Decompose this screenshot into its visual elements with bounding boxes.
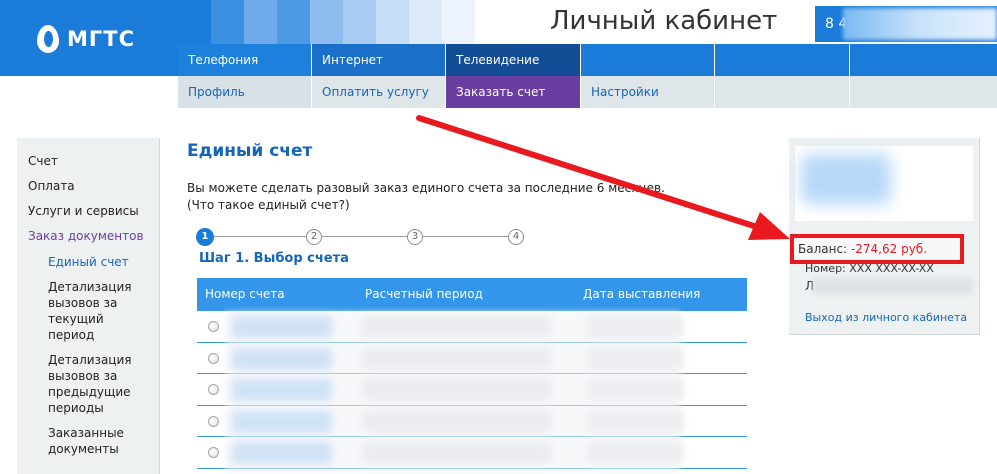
main-nav: Телефония Интернет Телевидение <box>178 44 997 76</box>
logout-link[interactable]: Выход из личного кабинета <box>805 311 967 324</box>
what-is-unified-bill-link[interactable]: (Что такое единый счет?) <box>187 197 665 214</box>
table-header: Номер счета Расчетный период Дата выстав… <box>197 278 747 311</box>
step-1: 1 <box>196 228 214 246</box>
sidebar-item-document-order[interactable]: Заказ документов <box>17 229 159 243</box>
sidebar-item-services[interactable]: Услуги и сервисы <box>17 204 159 218</box>
radio-icon[interactable] <box>208 352 219 364</box>
balance-value: -274,62 руб. <box>850 242 928 256</box>
tab-empty <box>850 44 997 76</box>
logo-block[interactable]: МГТС <box>0 0 178 76</box>
bills-table: Номер счета Расчетный период Дата выстав… <box>197 278 747 474</box>
step-connector <box>423 236 508 237</box>
subtab-empty <box>715 76 850 108</box>
sub-nav: Профиль Оплатить услугу Заказать счет На… <box>178 76 997 108</box>
tab-internet[interactable]: Интернет <box>312 44 446 76</box>
sidebar: Счет Оплата Услуги и сервисы Заказ докум… <box>17 138 160 474</box>
column-billing-period: Расчетный период <box>365 287 483 301</box>
step-title: Шаг 1. Выбор счета <box>199 251 349 266</box>
table-blur-overlay <box>225 311 680 474</box>
step-2: 2 <box>306 229 322 245</box>
intro-text: Вы можете сделать разовый заказ единого … <box>187 180 665 214</box>
column-issue-date: Дата выставления <box>583 287 701 301</box>
radio-icon[interactable] <box>208 321 219 332</box>
step-connector <box>214 236 306 237</box>
phone-blur <box>843 8 997 40</box>
sidebar-item-account[interactable]: Счет <box>17 154 159 168</box>
avatar-blur <box>795 146 973 221</box>
subtab-order-bill[interactable]: Заказать счет <box>446 76 581 108</box>
number-value: XXX XXX-XX-XX <box>849 262 934 275</box>
sidebar-subitem-detail-current[interactable]: Детализация вызовов за текущий период <box>17 279 159 343</box>
account-panel: Баланс: -274,62 руб. Номер: XXX XXX-XX-X… <box>789 138 980 335</box>
sidebar-subitem-ordered-docs[interactable]: Заказанные документы <box>17 425 159 457</box>
radio-icon[interactable] <box>208 447 219 458</box>
step-3: 3 <box>407 229 423 245</box>
balance-label: Баланс: <box>798 242 848 256</box>
subtab-empty <box>850 76 997 108</box>
header-mosaic <box>178 0 475 44</box>
tab-telephony[interactable]: Телефония <box>178 44 312 76</box>
radio-icon[interactable] <box>208 384 219 395</box>
sidebar-subitem-detail-previous[interactable]: Детализация вызовов за предыдущие период… <box>17 352 159 416</box>
column-bill-number: Номер счета <box>205 287 285 301</box>
number-row: Номер: XXX XXX-XX-XX <box>805 262 934 275</box>
radio-icon[interactable] <box>208 415 219 427</box>
account-number-blur <box>813 278 973 294</box>
cabinet-title: Личный кабинет <box>550 6 778 36</box>
mgts-logo[interactable]: МГТС <box>37 25 135 53</box>
step-4: 4 <box>508 229 524 245</box>
subtab-pay-service[interactable]: Оплатить услугу <box>312 76 446 108</box>
subtab-profile[interactable]: Профиль <box>178 76 312 108</box>
step-connector <box>322 236 407 237</box>
phone-badge: 8 4 <box>815 6 997 42</box>
sidebar-subitem-unified-bill[interactable]: Единый счет <box>17 254 159 270</box>
mgts-logo-icon <box>37 25 59 53</box>
step-indicator: 1 2 3 4 <box>196 228 532 246</box>
page-title: Единый счет <box>187 141 313 161</box>
tab-empty <box>581 44 715 76</box>
tab-empty <box>715 44 850 76</box>
intro-line: Вы можете сделать разовый заказ единого … <box>187 181 665 195</box>
logo-text: МГТС <box>67 27 136 51</box>
number-label: Номер: <box>805 262 846 275</box>
balance-highlight: Баланс: -274,62 руб. <box>790 234 964 264</box>
tab-television[interactable]: Телевидение <box>446 44 581 76</box>
subtab-settings[interactable]: Настройки <box>581 76 715 108</box>
sidebar-item-payment[interactable]: Оплата <box>17 179 159 193</box>
